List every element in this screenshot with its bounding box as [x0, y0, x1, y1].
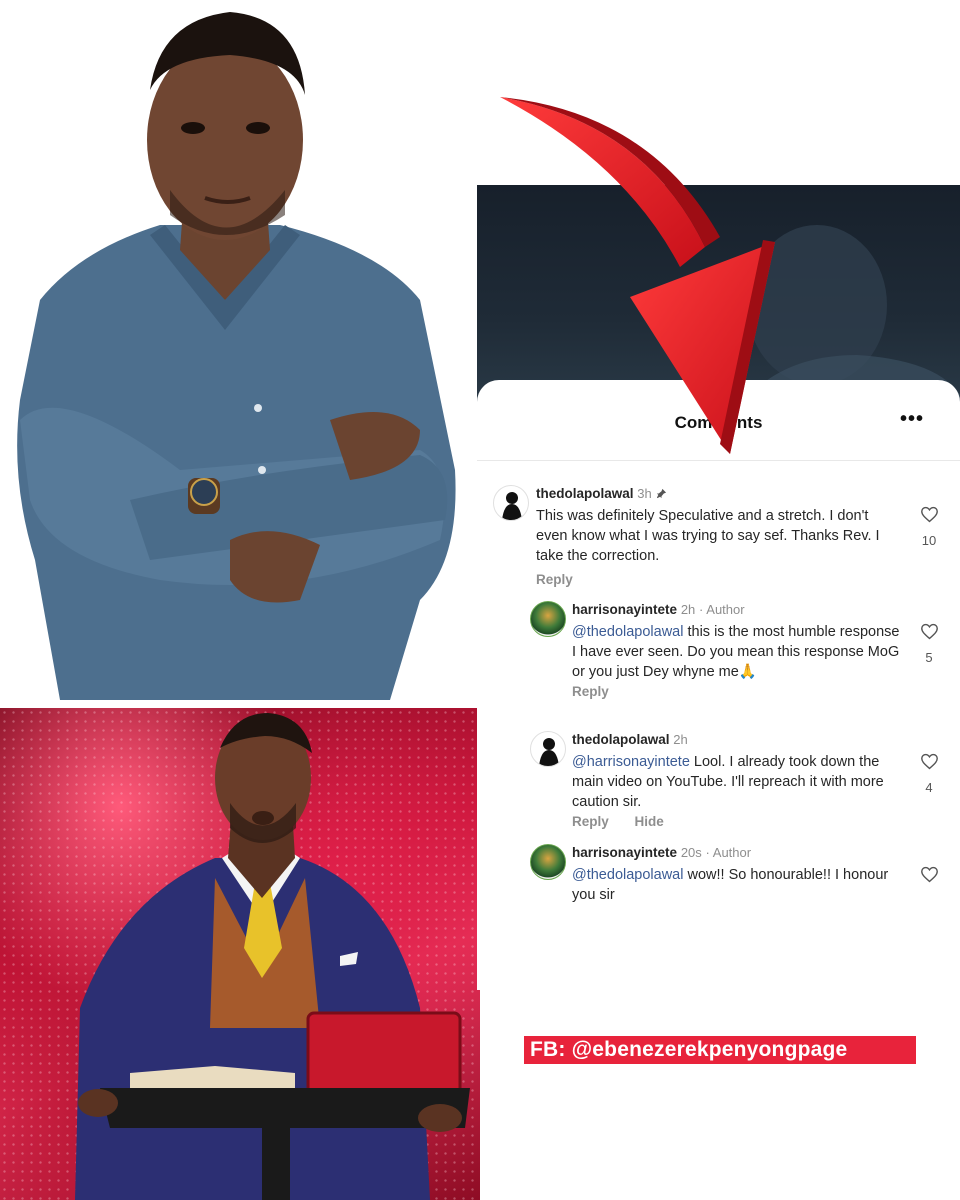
heart-icon [920, 506, 938, 523]
reply-button[interactable]: Reply [536, 572, 573, 587]
comments-sheet: Comments ••• thedolapolawal 3h This was … [477, 380, 960, 990]
like-button[interactable] [917, 753, 941, 775]
reply-button[interactable]: Reply [572, 684, 609, 699]
heart-icon [920, 623, 938, 640]
comment-text: @thedolapolawal wow!! So honourable!! I … [572, 865, 892, 905]
avatar[interactable] [530, 601, 566, 637]
heart-icon [920, 753, 938, 770]
like-count: 5 [925, 650, 933, 665]
reply-button[interactable]: Reply [572, 814, 609, 829]
user-silhouette-icon [539, 738, 559, 766]
avatar[interactable] [493, 485, 529, 521]
comment-time: 2h [680, 602, 696, 617]
comment-actions: Reply [572, 684, 609, 699]
avatar[interactable] [530, 844, 566, 880]
comment-item: thedolapolawal 2h @harrisonayintete Lool… [477, 725, 960, 835]
man-arms-crossed-illustration [17, 12, 456, 700]
comment-username-row: harrisonayintete 2h · Author [572, 602, 745, 617]
preacher-illustration [75, 713, 470, 1200]
author-badge: · Author [705, 845, 752, 860]
comment-username[interactable]: thedolapolawal [536, 486, 634, 501]
portrait-photo-top [0, 0, 460, 700]
avatar[interactable] [530, 731, 566, 767]
like-button[interactable] [917, 866, 941, 888]
heart-icon [920, 866, 938, 883]
comment-time: 20s [680, 845, 702, 860]
pin-icon [656, 488, 666, 499]
comment-actions: Reply [536, 572, 573, 587]
preacher-photo-bottom [0, 708, 480, 1200]
comment-actions: Reply Hide [572, 814, 664, 829]
like-button[interactable] [917, 506, 941, 528]
mention-link[interactable]: @thedolapolawal [572, 624, 683, 640]
comment-username[interactable]: harrisonayintete [572, 602, 677, 617]
like-count: 4 [925, 780, 933, 795]
comment-item: harrisonayintete 20s · Author @thedolapo… [477, 842, 960, 912]
comment-time: 3h [637, 486, 652, 501]
comment-username-row: thedolapolawal 2h [572, 732, 688, 747]
blurred-figure-icon [737, 225, 960, 410]
comment-username-row: thedolapolawal 3h [536, 486, 667, 501]
comment-username-row: harrisonayintete 20s · Author [572, 845, 751, 860]
mention-link[interactable]: @harrisonayintete [572, 754, 690, 770]
user-silhouette-icon [502, 492, 522, 520]
hide-button[interactable]: Hide [635, 814, 664, 829]
like-button[interactable] [917, 623, 941, 645]
author-badge: · Author [699, 602, 745, 617]
comment-username[interactable]: thedolapolawal [572, 732, 670, 747]
comment-item: harrisonayintete 2h · Author @thedolapol… [477, 595, 960, 715]
like-count: 10 [921, 533, 937, 548]
facebook-page-watermark: FB: @ebenezerekpenyongpage [524, 1036, 916, 1064]
video-preview-background [477, 185, 960, 410]
comment-item: thedolapolawal 3h This was definitely Sp… [477, 380, 960, 595]
mention-link[interactable]: @thedolapolawal [572, 867, 683, 883]
comment-text: This was definitely Speculative and a st… [536, 508, 880, 564]
comment-username[interactable]: harrisonayintete [572, 845, 677, 860]
comment-text: @thedolapolawal this is the most humble … [572, 622, 907, 682]
comment-time: 2h [673, 732, 688, 747]
comment-text: @harrisonayintete Lool. I already took d… [572, 752, 902, 812]
